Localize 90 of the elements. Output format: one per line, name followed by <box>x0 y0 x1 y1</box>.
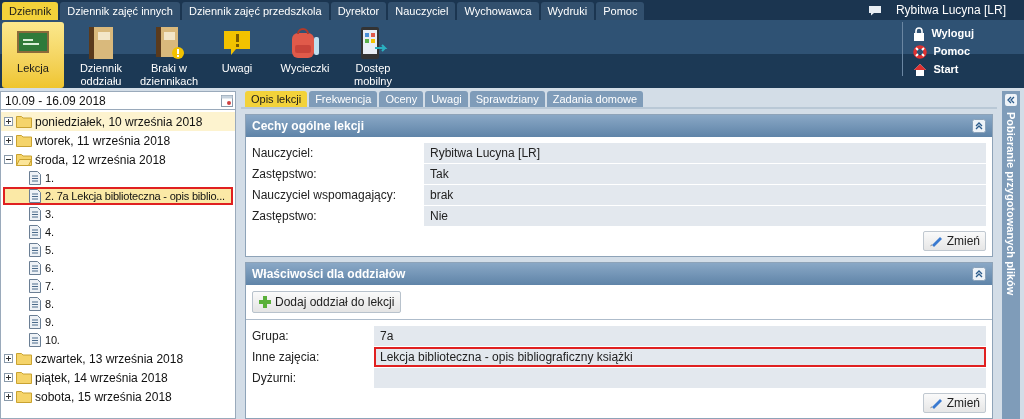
side-panel-title: Pobieranie przygotowanych plików <box>1004 112 1019 296</box>
panel-title: Właściwości dla oddziałów <box>252 266 406 283</box>
field-value: 7a <box>374 326 986 346</box>
toolbar-button[interactable]: Uwagi <box>206 22 268 88</box>
tree-lesson-item[interactable]: 7. <box>3 277 233 295</box>
book-icon <box>86 26 116 60</box>
tree-day-item[interactable]: czwartek, 13 września 2018 <box>1 349 235 368</box>
lesson-tab[interactable]: Opis lekcji <box>245 91 308 107</box>
open-folder-icon <box>16 153 32 166</box>
document-icon <box>29 243 41 257</box>
tree-lesson-item[interactable]: 10. <box>3 331 233 349</box>
field-value: Tak <box>424 164 986 184</box>
expand-icon[interactable] <box>4 373 13 382</box>
top-tab[interactable]: Dziennik <box>2 2 59 20</box>
mobile-phone-icon <box>358 26 388 60</box>
field-label: Dyżurni: <box>252 370 297 387</box>
folder-icon <box>16 371 32 384</box>
collapse-up-icon[interactable] <box>972 267 986 281</box>
field-label: Inne zajęcia: <box>252 349 321 366</box>
folder-icon <box>16 352 32 365</box>
field-label: Nauczyciel: <box>252 145 315 162</box>
collapse-icon[interactable] <box>4 155 13 164</box>
calendar-icon[interactable] <box>221 94 233 107</box>
top-tab[interactable]: Nauczyciel <box>388 2 456 20</box>
tree-lesson-item[interactable]: 6. <box>3 259 233 277</box>
toolbar-button[interactable]: Dostęp mobilny <box>342 22 404 88</box>
field-label: Grupa: <box>252 328 290 345</box>
field-label: Nauczyciel wspomagający: <box>252 187 398 204</box>
field-value: Rybitwa Lucyna [LR] <box>424 143 986 163</box>
tree-day-item[interactable]: wtorek, 11 września 2018 <box>1 131 235 150</box>
document-icon <box>29 297 41 311</box>
document-icon <box>29 189 41 203</box>
tree-lesson-item[interactable]: 4. <box>3 223 233 241</box>
expand-icon[interactable] <box>4 136 13 145</box>
quick-link[interactable]: Start <box>913 62 974 77</box>
tree-day-item[interactable]: sobota, 15 września 2018 <box>1 387 235 406</box>
plus-icon <box>259 296 271 308</box>
document-icon <box>29 333 41 347</box>
field-value: Nie <box>424 206 986 226</box>
toolbar-button[interactable]: Dziennik oddziału <box>70 22 132 88</box>
field-value: Lekcja biblioteczna - opis bibliograficzny książki <box>374 347 986 367</box>
toolbar-button[interactable]: Lekcja <box>2 22 64 88</box>
panel-title: Cechy ogólne lekcji <box>252 118 365 135</box>
expand-icon[interactable] <box>4 354 13 363</box>
add-class-button[interactable]: Dodaj oddział do lekcji <box>252 291 402 313</box>
top-tab[interactable]: Dziennik zajęć innych <box>60 2 180 20</box>
expand-icon[interactable] <box>4 392 13 401</box>
tree-day-item[interactable]: środa, 12 września 2018 <box>1 150 235 169</box>
user-name: Rybitwa Lucyna [LR] <box>895 2 1006 19</box>
lock-icon <box>913 26 926 41</box>
document-icon <box>29 261 41 275</box>
folder-icon <box>16 134 32 147</box>
backpack-icon <box>289 27 321 59</box>
top-tab[interactable]: Dyrektor <box>330 2 387 20</box>
field-value: brak <box>424 185 986 205</box>
house-icon <box>913 62 928 77</box>
top-tab[interactable]: Pomoc <box>596 2 645 20</box>
tree-lesson-item[interactable]: 5. <box>3 241 233 259</box>
quick-link[interactable]: Pomoc <box>913 44 974 59</box>
tree-lesson-item[interactable]: 9. <box>3 313 233 331</box>
folder-icon <box>16 390 32 403</box>
expand-left-icon[interactable] <box>1005 94 1017 106</box>
folder-icon <box>16 115 32 128</box>
top-tab[interactable]: Wychowawca <box>457 2 539 20</box>
date-range-field[interactable]: 10.09 - 16.09 2018 <box>1 92 235 110</box>
top-tab[interactable]: Wydruki <box>540 2 595 20</box>
change-button[interactable]: Zmień <box>922 231 986 251</box>
tree-lesson-item[interactable]: 8. <box>3 295 233 313</box>
document-icon <box>29 171 41 185</box>
tree-lesson-item[interactable]: 1. <box>3 169 233 187</box>
document-icon <box>29 225 41 239</box>
toolbar-button[interactable]: Wycieczki <box>274 22 336 88</box>
document-icon <box>29 315 41 329</box>
field-label: Zastępstwo: <box>252 166 318 183</box>
expand-icon[interactable] <box>4 117 13 126</box>
tree-lesson-item[interactable]: 2. 7a Lekcja biblioteczna - opis biblio... <box>3 187 233 205</box>
lifebuoy-icon <box>913 44 928 59</box>
collapse-up-icon[interactable] <box>972 119 986 133</box>
tree-lesson-item[interactable]: 3. <box>3 205 233 223</box>
document-icon <box>29 279 41 293</box>
field-label: Zastępstwo: <box>252 208 318 225</box>
change-button[interactable]: Zmień <box>922 393 986 413</box>
book-warning-icon <box>153 26 185 60</box>
top-tab[interactable]: Dziennik zajęć przedszkola <box>181 2 329 20</box>
quick-link[interactable]: Wyloguj <box>913 26 974 41</box>
chat-icon[interactable] <box>867 4 882 16</box>
tree-day-item[interactable]: piątek, 14 września 2018 <box>1 368 235 387</box>
document-icon <box>29 207 41 221</box>
tree-day-item[interactable]: poniedziałek, 10 września 2018 <box>1 112 235 131</box>
toolbar-button[interactable]: Braki w dziennikach <box>138 22 200 88</box>
